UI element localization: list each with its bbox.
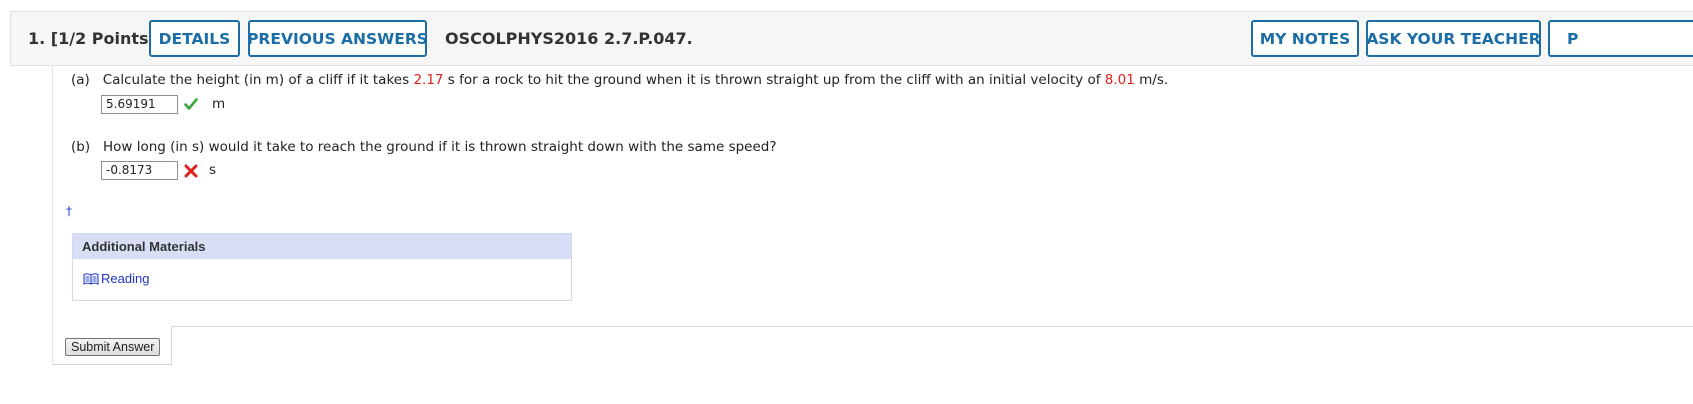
part-b-question: (b) How long (in s) would it take to rea… <box>71 139 777 155</box>
previous-answers-button[interactable]: PREVIOUS ANSWERS <box>248 20 427 57</box>
submit-answer-button[interactable]: Submit Answer <box>65 338 161 356</box>
cross-icon <box>184 164 198 178</box>
question-header: 1. [1/2 Points] DETAILS PREVIOUS ANSWERS… <box>10 11 1693 66</box>
book-icon <box>83 272 99 285</box>
question-points: [1/2 Points] <box>50 29 156 48</box>
question-code: OSCOLPHYS2016 2.7.P.047. <box>445 29 693 48</box>
question-body-border <box>52 66 53 364</box>
divider <box>171 326 172 364</box>
additional-materials-panel: Additional Materials Reading <box>72 233 572 301</box>
divider <box>52 364 172 365</box>
part-b-answer-field[interactable]: -0.8173 <box>101 161 178 180</box>
part-a-question: (a) Calculate the height (in m) of a cli… <box>71 72 1168 88</box>
part-b-label: (b) <box>71 139 91 155</box>
divider <box>171 326 1693 327</box>
part-a-label: (a) <box>71 72 90 88</box>
reading-link[interactable]: Reading <box>83 271 149 286</box>
reading-link-label: Reading <box>101 271 150 286</box>
ask-your-teacher-button[interactable]: ASK YOUR TEACHER <box>1366 20 1541 57</box>
part-b-text: How long (in s) would it take to reach t… <box>102 139 777 155</box>
question-number: 1. <box>28 29 46 48</box>
question-title: 1. [1/2 Points] <box>28 12 156 65</box>
details-button[interactable]: DETAILS <box>149 20 240 57</box>
part-b-unit: s <box>209 162 217 178</box>
part-a-time-value: 2.17 <box>413 72 444 88</box>
part-a-text-3: m/s. <box>1139 72 1169 88</box>
my-notes-button[interactable]: MY NOTES <box>1251 20 1359 57</box>
part-a-unit: m <box>212 96 226 112</box>
practice-another-button[interactable]: P <box>1548 20 1693 57</box>
part-a-text-2: s for a rock to hit the ground when it i… <box>447 72 1101 88</box>
part-a-velocity-value: 8.01 <box>1104 72 1135 88</box>
part-a-answer-field[interactable]: 5.69191 <box>101 95 178 114</box>
footnote-dagger: † <box>66 204 72 218</box>
part-a-text-1: Calculate the height (in m) of a cliff i… <box>102 72 410 88</box>
additional-materials-title: Additional Materials <box>73 234 571 259</box>
check-icon <box>184 98 198 110</box>
